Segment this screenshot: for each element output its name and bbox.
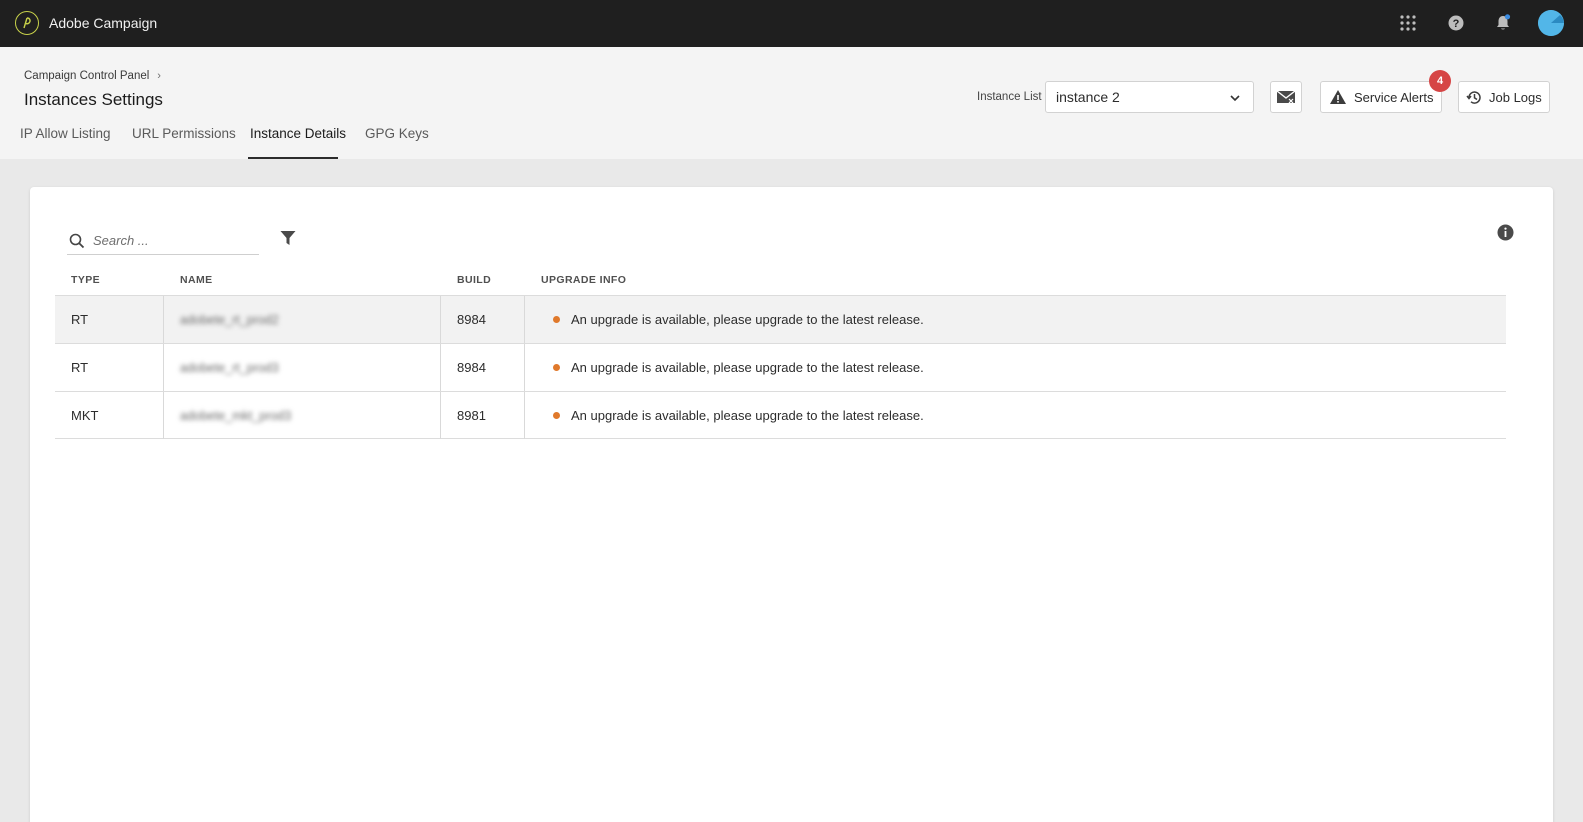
service-alerts-label: Service Alerts xyxy=(1354,89,1434,105)
cell-upgrade-info: An upgrade is available, please upgrade … xyxy=(553,344,924,391)
column-divider xyxy=(524,344,525,391)
search-bar xyxy=(67,227,259,255)
alerts-count-badge: 4 xyxy=(1429,70,1451,92)
service-alerts-button[interactable]: Service Alerts xyxy=(1320,81,1442,113)
column-divider xyxy=(440,296,441,343)
apps-grid-icon[interactable] xyxy=(1397,12,1419,34)
adobe-campaign-logo-icon[interactable] xyxy=(15,11,39,35)
cell-type: MKT xyxy=(71,408,99,423)
table-row[interactable]: RT adobete_rt_prod3 8984 An upgrade is a… xyxy=(55,343,1506,391)
column-header-upgrade-info[interactable]: UPGRADE INFO xyxy=(541,274,626,286)
column-header-name[interactable]: NAME xyxy=(180,274,213,286)
table-header: TYPE NAME BUILD UPGRADE INFO xyxy=(55,269,1506,295)
instances-table: TYPE NAME BUILD UPGRADE INFO RT adobete_… xyxy=(55,269,1506,439)
instance-list-label: Instance List xyxy=(977,91,1042,103)
job-logs-button[interactable]: Job Logs xyxy=(1458,81,1550,113)
help-icon[interactable]: ? xyxy=(1445,12,1467,34)
search-icon xyxy=(67,233,87,249)
status-dot-icon xyxy=(553,364,560,371)
column-header-type[interactable]: TYPE xyxy=(71,274,100,286)
upgrade-info-text: An upgrade is available, please upgrade … xyxy=(571,408,924,423)
upgrade-info-text: An upgrade is available, please upgrade … xyxy=(571,360,924,375)
table-row[interactable]: RT adobete_rt_prod2 8984 An upgrade is a… xyxy=(55,295,1506,343)
upgrade-info-text: An upgrade is available, please upgrade … xyxy=(571,312,924,327)
instance-select-value: instance 2 xyxy=(1056,89,1120,105)
cell-name: adobete_rt_prod2 xyxy=(180,312,279,327)
column-divider xyxy=(163,344,164,391)
status-dot-icon xyxy=(553,316,560,323)
column-divider xyxy=(163,296,164,343)
cell-build: 8984 xyxy=(457,360,486,375)
mail-icon xyxy=(1276,90,1296,104)
tab-ip-allow-listing[interactable]: IP Allow Listing xyxy=(20,126,111,159)
column-divider xyxy=(440,344,441,391)
email-button[interactable] xyxy=(1270,81,1302,113)
bell-icon[interactable] xyxy=(1492,12,1514,34)
breadcrumb-item[interactable]: Campaign Control Panel xyxy=(24,70,149,82)
column-divider xyxy=(524,296,525,343)
column-divider xyxy=(524,392,525,439)
warning-icon xyxy=(1330,90,1346,104)
cell-build: 8981 xyxy=(457,408,486,423)
cell-upgrade-info: An upgrade is available, please upgrade … xyxy=(553,392,924,439)
svg-text:?: ? xyxy=(1453,18,1460,30)
instance-select[interactable]: instance 2 xyxy=(1045,81,1254,113)
tab-url-permissions[interactable]: URL Permissions xyxy=(132,126,236,159)
job-logs-label: Job Logs xyxy=(1489,89,1542,105)
cell-name: adobete_rt_prod3 xyxy=(180,360,279,375)
history-icon xyxy=(1466,90,1481,104)
app-title[interactable]: Adobe Campaign xyxy=(49,15,157,31)
instance-details-card: TYPE NAME BUILD UPGRADE INFO RT adobete_… xyxy=(30,187,1553,822)
top-bar: Adobe Campaign ? xyxy=(0,0,1583,47)
column-header-build[interactable]: BUILD xyxy=(457,274,491,286)
column-divider xyxy=(163,392,164,439)
info-icon[interactable] xyxy=(1497,224,1514,246)
page-title: Instances Settings xyxy=(24,90,163,109)
cell-type: RT xyxy=(71,312,89,327)
cell-type: RT xyxy=(71,360,89,375)
status-dot-icon xyxy=(553,412,560,419)
page-header: Campaign Control Panel › Instances Setti… xyxy=(0,47,1583,159)
chevron-down-icon xyxy=(1229,91,1241,107)
cell-upgrade-info: An upgrade is available, please upgrade … xyxy=(553,296,924,343)
cell-build: 8984 xyxy=(457,312,486,327)
avatar[interactable] xyxy=(1538,10,1564,36)
column-divider xyxy=(440,392,441,439)
breadcrumb[interactable]: Campaign Control Panel › xyxy=(24,70,161,82)
table-row[interactable]: MKT adobete_mkt_prod3 8981 An upgrade is… xyxy=(55,391,1506,439)
cell-name: adobete_mkt_prod3 xyxy=(180,408,292,423)
tab-gpg-keys[interactable]: GPG Keys xyxy=(365,126,429,159)
filter-icon[interactable] xyxy=(280,230,296,251)
tab-instance-details[interactable]: Instance Details xyxy=(248,126,346,159)
chevron-right-icon: › xyxy=(157,70,161,82)
search-input[interactable] xyxy=(93,233,253,248)
